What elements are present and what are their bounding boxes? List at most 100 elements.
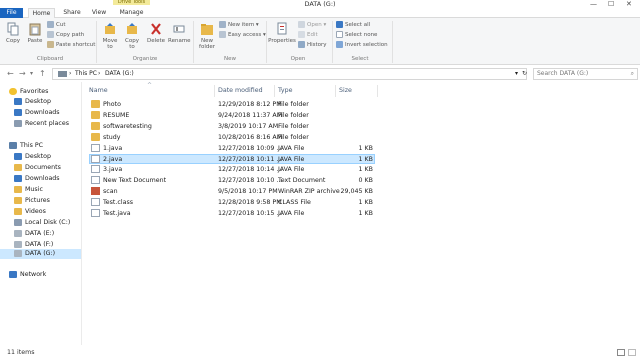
file-row[interactable]: New Text Document 12/27/2018 10:10 ... Tex… (89, 176, 375, 186)
select-none-button[interactable]: Select none (336, 31, 377, 40)
tab-manage[interactable]: Manage (115, 8, 148, 18)
file-type: Text Document (278, 177, 326, 184)
nav-documents[interactable]: Documents (14, 163, 61, 173)
nav-local-disk-c[interactable]: Local Disk (C:) (14, 218, 70, 228)
nav-data-e[interactable]: DATA (E:) (14, 229, 54, 239)
file-row[interactable]: Test.java 12/27/2018 10:15 ... JAVA File 1 … (89, 209, 375, 219)
nav-network[interactable]: Network (9, 270, 46, 280)
tab-view[interactable]: View (88, 8, 110, 18)
delete-button[interactable]: Delete (146, 22, 166, 44)
move-to-button[interactable]: Move to (100, 22, 120, 50)
nav-videos[interactable]: Videos (14, 207, 46, 217)
properties-button[interactable]: Properties (268, 22, 296, 44)
file-row[interactable]: softwaretesting 3/8/2019 10:17 AM File fol… (89, 122, 375, 132)
file-row[interactable]: Photo 12/29/2018 8:12 PM File folder (89, 100, 375, 110)
column-header-type[interactable]: Type (278, 85, 292, 97)
downloads-icon (14, 108, 22, 116)
status-bar: 11 items (0, 345, 640, 360)
window-title: DATA (G:) (304, 0, 336, 8)
file-name: Photo (103, 101, 121, 108)
paste-shortcut-button[interactable]: Paste shortcut (47, 41, 95, 50)
nav-pc-desktop[interactable]: Desktop (14, 152, 51, 162)
nav-recent-places[interactable]: Recent places (14, 119, 69, 129)
open-button[interactable]: Open ▾ (298, 21, 326, 30)
file-type: File folder (278, 112, 309, 119)
cut-button[interactable]: Cut (47, 21, 65, 30)
copy-button[interactable]: Copy (4, 22, 22, 44)
file-row[interactable]: study 10/28/2016 8:16 AM File folder (89, 133, 375, 143)
search-input[interactable]: Search DATA (G:) (537, 70, 588, 77)
column-divider[interactable] (274, 85, 275, 97)
recent-places-icon (14, 119, 22, 127)
nav-pc-downloads[interactable]: Downloads (14, 174, 60, 184)
file-size: 1 KB (358, 199, 373, 206)
column-divider[interactable] (377, 85, 378, 97)
nav-this-pc[interactable]: This PC (9, 141, 43, 151)
zip-archive-icon (91, 187, 100, 195)
invert-selection-label: Invert selection (345, 42, 388, 48)
recent-chevron-icon[interactable]: ▾ (30, 70, 33, 78)
column-divider[interactable] (335, 85, 336, 97)
breadcrumb-separator: › (98, 70, 101, 77)
refresh-icon[interactable]: ↻ (522, 69, 527, 79)
nav-data-g[interactable]: DATA (G:) (0, 249, 81, 259)
drive-icon (14, 249, 22, 257)
nav-downloads[interactable]: Downloads (14, 108, 60, 118)
nav-label: This PC (20, 142, 44, 149)
nav-pictures[interactable]: Pictures (14, 196, 50, 206)
file-row[interactable]: RESUME 9/24/2018 11:37 AM File folder (89, 111, 375, 121)
tab-share[interactable]: Share (58, 8, 86, 18)
file-name: 2.java (103, 156, 123, 163)
move-folder-icon (105, 23, 115, 34)
back-arrow-icon[interactable]: ← (7, 70, 14, 78)
tab-file[interactable]: File (0, 8, 23, 18)
address-bar[interactable]: › This PC › DATA (G:) ▾ ↻ (52, 68, 527, 80)
new-item-button[interactable]: New item ▾ (219, 21, 259, 30)
search-icon: ⌕ (630, 70, 634, 77)
breadcrumb-data-g[interactable]: DATA (G:) (105, 69, 134, 79)
file-row[interactable]: 1.java 12/27/2018 10:09 ... JAVA File 1 KB (89, 144, 375, 154)
folder-icon (91, 111, 100, 119)
file-row[interactable]: Test.class 12/28/2018 9:58 PM CLASS File 1 … (89, 198, 375, 208)
nav-favorites[interactable]: Favorites (9, 87, 48, 97)
new-folder-button[interactable]: New folder (196, 22, 218, 50)
easy-access-button[interactable]: Easy access ▾ (219, 31, 266, 40)
copy-to-button[interactable]: Copy to (122, 22, 142, 50)
paste-button[interactable]: Paste (25, 22, 45, 44)
cut-label: Cut (56, 22, 66, 28)
column-header-date[interactable]: Date modified (218, 85, 263, 97)
up-arrow-icon[interactable]: ↑ (39, 70, 46, 78)
forward-arrow-icon[interactable]: → (19, 70, 26, 78)
maximize-button[interactable]: ☐ (608, 0, 614, 8)
select-all-button[interactable]: Select all (336, 21, 370, 30)
nav-desktop[interactable]: Desktop (14, 97, 51, 107)
address-dropdown-icon[interactable]: ▾ (515, 69, 518, 79)
file-date: 12/27/2018 10:11 ... (218, 156, 283, 163)
history-button[interactable]: History (298, 41, 327, 50)
breadcrumb-this-pc[interactable]: This PC (75, 69, 97, 79)
delete-label: Delete (146, 38, 166, 44)
group-divider (193, 21, 194, 63)
text-document-icon (91, 176, 100, 184)
column-header-size[interactable]: Size (339, 85, 352, 97)
nav-music[interactable]: Music (14, 185, 43, 195)
search-box[interactable]: Search DATA (G:) ⌕ (533, 68, 638, 80)
paste-label: Paste (27, 38, 43, 44)
rename-button[interactable]: Rename (168, 22, 191, 44)
column-divider[interactable] (214, 85, 215, 97)
column-header-name[interactable]: Name (89, 85, 108, 97)
file-row[interactable]: scan 9/5/2018 10:17 PM WinRAR ZIP archive 2… (89, 187, 375, 197)
group-divider (96, 21, 97, 63)
drive-icon (14, 229, 22, 237)
edit-button[interactable]: Edit (298, 31, 318, 40)
details-view-icon[interactable] (617, 349, 625, 356)
rename-label: Rename (168, 38, 191, 44)
large-icons-view-icon[interactable] (628, 349, 636, 356)
drive-icon (14, 218, 22, 226)
minimize-button[interactable]: — (590, 0, 597, 8)
invert-selection-button[interactable]: Invert selection (336, 41, 388, 50)
file-row[interactable]: 3.java 12/27/2018 10:14 ... JAVA File 1 KB (89, 165, 375, 175)
copy-path-button[interactable]: Copy path (47, 31, 84, 40)
close-button[interactable]: ✕ (626, 0, 632, 8)
file-row-selected[interactable]: 2.java 12/27/2018 10:11 ... JAVA File 1 KB (89, 154, 375, 164)
